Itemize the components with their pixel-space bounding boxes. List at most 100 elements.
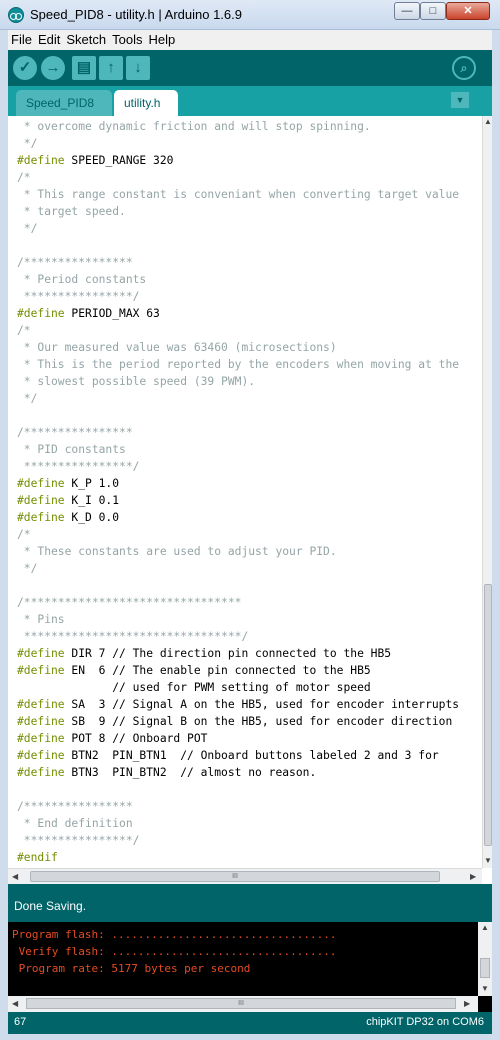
code-comment: * These constants are used to adjust you… (17, 545, 337, 558)
editor-vertical-scrollbar[interactable]: ▲ ▼ (482, 116, 492, 868)
new-sketch-button[interactable]: ▤ (72, 56, 96, 80)
code-line[interactable]: #define BTN3 PIN_BTN2 // almost no reaso… (17, 764, 479, 781)
code-comment: ********************************/ (17, 630, 249, 643)
code-text: EN 6 // The enable pin connected to the … (64, 664, 371, 677)
code-line[interactable]: * These constants are used to adjust you… (17, 543, 479, 560)
editor-horizontal-scrollbar[interactable]: ◀ III ▶ (8, 868, 482, 884)
code-text: K_D 0.0 (64, 511, 120, 524)
code-line[interactable]: /**************** (17, 254, 479, 271)
code-comment: /* (17, 528, 31, 541)
verify-button[interactable]: ✓ (13, 56, 37, 80)
editor-vertical-scroll-thumb[interactable] (484, 584, 492, 846)
tab-utility-h[interactable]: utility.h (114, 90, 178, 116)
code-line[interactable]: ****************/ (17, 288, 479, 305)
code-line[interactable]: // used for PWM setting of motor speed (17, 679, 479, 696)
minimize-button[interactable]: — (394, 2, 420, 20)
console-vertical-scroll-thumb[interactable] (480, 958, 490, 978)
save-sketch-button[interactable]: ↓ (126, 56, 150, 80)
code-line[interactable]: /* (17, 322, 479, 339)
code-line[interactable]: /* (17, 526, 479, 543)
code-line[interactable] (17, 577, 479, 594)
code-keyword: #define (17, 664, 65, 677)
open-sketch-button[interactable]: ↑ (99, 56, 123, 80)
console-vertical-scrollbar[interactable]: ▲ ▼ (478, 922, 492, 996)
console-horizontal-scroll-thumb[interactable]: III (26, 998, 456, 1009)
maximize-button[interactable]: □ (420, 2, 446, 20)
code-line[interactable] (17, 237, 479, 254)
footer-bar: 67 chipKIT DP32 on COM6 (8, 1012, 492, 1034)
code-line[interactable] (17, 781, 479, 798)
code-line[interactable]: #define K_I 0.1 (17, 492, 479, 509)
code-line[interactable]: */ (17, 220, 479, 237)
editor-horizontal-scroll-thumb[interactable]: III (30, 871, 440, 882)
code-line[interactable]: #endif (17, 849, 479, 866)
menu-sketch[interactable]: Sketch (63, 30, 109, 50)
scroll-right-icon[interactable]: ▶ (470, 872, 476, 881)
code-line[interactable]: #define K_D 0.0 (17, 509, 479, 526)
code-line[interactable]: * slowest possible speed (39 PWM). (17, 373, 479, 390)
code-line[interactable]: * Our measured value was 63460 (microsec… (17, 339, 479, 356)
console-scroll-down-icon[interactable]: ▼ (481, 984, 489, 993)
console-line: Program flash: .........................… (12, 928, 337, 941)
code-line[interactable]: #define K_P 1.0 (17, 475, 479, 492)
code-line[interactable]: ****************/ (17, 832, 479, 849)
code-line[interactable]: #define PERIOD_MAX 63 (17, 305, 479, 322)
scroll-up-icon[interactable]: ▲ (484, 117, 492, 126)
menu-file[interactable]: File (8, 30, 35, 50)
code-line[interactable]: #define DIR 7 // The direction pin conne… (17, 645, 479, 662)
scroll-down-icon[interactable]: ▼ (484, 856, 492, 865)
code-editor[interactable]: * overcome dynamic friction and will sto… (8, 116, 492, 884)
code-line[interactable]: * This is the period reported by the enc… (17, 356, 479, 373)
code-keyword: #define (17, 766, 65, 779)
code-line[interactable]: */ (17, 390, 479, 407)
close-button[interactable]: ✕ (446, 2, 490, 20)
console-scroll-right-icon[interactable]: ▶ (464, 999, 470, 1008)
code-line[interactable]: #define SA 3 // Signal A on the HB5, use… (17, 696, 479, 713)
code-line[interactable]: * target speed. (17, 203, 479, 220)
menu-help[interactable]: Help (145, 30, 178, 50)
code-line[interactable]: * End definition (17, 815, 479, 832)
code-line[interactable]: /**************** (17, 798, 479, 815)
code-line[interactable]: * This range constant is conveniant when… (17, 186, 479, 203)
code-line[interactable]: #define SB 9 // Signal B on the HB5, use… (17, 713, 479, 730)
code-line[interactable]: ********************************/ (17, 628, 479, 645)
code-text-area[interactable]: * overcome dynamic friction and will sto… (17, 118, 479, 870)
tab-speed-pid8[interactable]: Speed_PID8 (16, 90, 112, 116)
code-text: DIR 7 // The direction pin connected to … (64, 647, 392, 660)
arduino-logo-icon (8, 7, 24, 23)
code-line[interactable]: #define BTN2 PIN_BTN1 // Onboard buttons… (17, 747, 479, 764)
code-line[interactable]: /* (17, 169, 479, 186)
code-line[interactable]: */ (17, 560, 479, 577)
serial-monitor-button[interactable]: ⌕ (452, 56, 476, 80)
console-horizontal-scrollbar[interactable]: ◀ III ▶ (8, 996, 478, 1012)
upload-button[interactable]: → (41, 56, 65, 80)
code-comment: /* (17, 171, 31, 184)
code-comment: * PID constants (17, 443, 126, 456)
code-comment: /**************** (17, 256, 133, 269)
console-output[interactable]: Program flash: .........................… (8, 922, 492, 1012)
code-line[interactable]: * Pins (17, 611, 479, 628)
scroll-left-icon[interactable]: ◀ (12, 872, 18, 881)
code-line[interactable]: * overcome dynamic friction and will sto… (17, 118, 479, 135)
tab-menu-icon[interactable]: ▼ (451, 92, 469, 108)
console-scroll-up-icon[interactable]: ▲ (481, 923, 489, 932)
menu-tools[interactable]: Tools (109, 30, 145, 50)
code-line[interactable]: ****************/ (17, 458, 479, 475)
code-line[interactable]: #define EN 6 // The enable pin connected… (17, 662, 479, 679)
code-comment: */ (17, 562, 38, 575)
board-port-label: chipKIT DP32 on COM6 (366, 1016, 484, 1028)
status-message: Done Saving. (14, 899, 87, 913)
code-line[interactable]: #define POT 8 // Onboard POT (17, 730, 479, 747)
code-line[interactable] (17, 407, 479, 424)
console-line: Verify flash: ..........................… (12, 945, 337, 958)
code-line[interactable]: * PID constants (17, 441, 479, 458)
console-scroll-left-icon[interactable]: ◀ (12, 999, 18, 1008)
code-line[interactable]: */ (17, 135, 479, 152)
code-line[interactable]: /**************** (17, 424, 479, 441)
code-line[interactable]: /******************************** (17, 594, 479, 611)
title-bar: Speed_PID8 - utility.h | Arduino 1.6.9 —… (0, 0, 500, 30)
menu-edit[interactable]: Edit (35, 30, 63, 50)
code-line[interactable]: * Period constants (17, 271, 479, 288)
code-line[interactable]: #define SPEED_RANGE 320 (17, 152, 479, 169)
code-text: BTN3 PIN_BTN2 // almost no reason. (64, 766, 317, 779)
